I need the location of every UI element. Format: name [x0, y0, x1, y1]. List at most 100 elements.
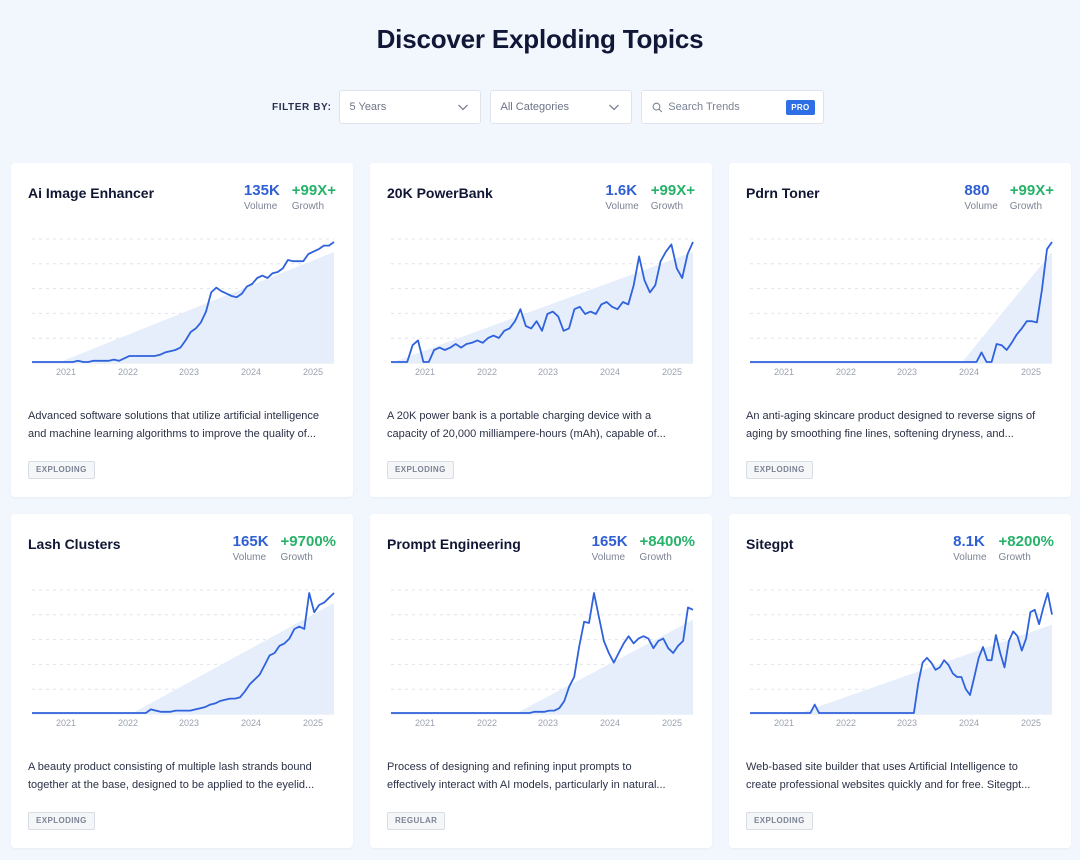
x-tick-label: 2023 — [179, 718, 199, 728]
trend-area — [391, 252, 693, 363]
description-line: together at the base, designed to be app… — [28, 779, 315, 791]
growth-value: +99X+ — [650, 182, 695, 199]
growth-stat: +99X+ Growth — [1010, 181, 1054, 213]
topic-title[interactable]: 20K PowerBank — [387, 185, 493, 201]
topic-title[interactable]: Pdrn Toner — [746, 185, 820, 201]
status-badge: EXPLODING — [746, 812, 813, 830]
description-line: create professional websites quickly and… — [746, 779, 1031, 791]
x-tick-label: 2021 — [415, 718, 435, 728]
growth-value: +9700% — [280, 533, 336, 550]
description-line: A beauty product consisting of multiple … — [28, 761, 312, 773]
volume-label: Volume — [232, 552, 267, 563]
growth-value: +99X+ — [291, 182, 336, 199]
trend-area — [131, 603, 334, 714]
pro-badge: PRO — [786, 99, 815, 115]
topic-description: Advanced software solutions that utilize… — [28, 407, 340, 443]
description-line: aging by smoothing fine lines, softening… — [746, 428, 1014, 440]
volume-stat: 1.6K Volume — [605, 181, 638, 213]
trend-area — [797, 624, 1052, 714]
trend-chart: 2021 2022 2023 2024 2025 — [32, 589, 335, 728]
topic-card[interactable]: 20K PowerBank 1.6K Volume +99X+ Growth 2… — [370, 163, 712, 497]
x-tick-label: 2022 — [836, 367, 856, 377]
volume-value: 1.6K — [605, 182, 638, 199]
x-tick-label: 2024 — [600, 367, 620, 377]
volume-stat: 8.1K Volume — [953, 532, 986, 564]
growth-label: Growth — [291, 201, 325, 212]
category-select[interactable]: All Categories — [489, 90, 632, 124]
volume-stat: 165K Volume — [233, 532, 269, 564]
x-tick-label: 2025 — [1021, 718, 1041, 728]
x-tick-label: 2023 — [538, 367, 558, 377]
search-box[interactable]: PRO — [640, 90, 824, 124]
growth-label: Growth — [639, 552, 672, 563]
topic-card[interactable]: Sitegpt 8.1K Volume +8200% Growth 2021 20… — [729, 514, 1071, 848]
volume-label: Volume — [591, 552, 626, 563]
chevron-down-icon — [457, 104, 468, 111]
description-line: Web-based site builder that uses Artific… — [746, 761, 1018, 773]
trend-chart: 2021 2022 2023 2024 2025 — [750, 238, 1053, 377]
volume-stat: 165K Volume — [592, 532, 628, 564]
x-tick-label: 2024 — [959, 718, 979, 728]
status-badge: EXPLODING — [28, 461, 95, 479]
status-badge: REGULAR — [387, 812, 446, 830]
x-tick-label: 2025 — [1021, 367, 1041, 377]
topic-card[interactable]: Prompt Engineering 165K Volume +8400% Gr… — [370, 514, 712, 848]
topic-card[interactable]: Ai Image Enhancer 135K Volume +99X+ Grow… — [11, 163, 353, 497]
x-tick-label: 2023 — [897, 718, 917, 728]
growth-stat: +99X+ Growth — [651, 181, 695, 213]
volume-label: Volume — [243, 201, 278, 212]
volume-value: 165K — [232, 533, 269, 550]
topic-title[interactable]: Prompt Engineering — [387, 536, 521, 552]
trend-chart: 2021 2022 2023 2024 2025 — [391, 589, 694, 728]
x-tick-label: 2025 — [662, 718, 682, 728]
x-tick-label: 2022 — [477, 367, 497, 377]
description-line: and machine learning algorithms to impro… — [28, 428, 316, 440]
x-tick-label: 2022 — [836, 718, 856, 728]
chevron-down-icon — [608, 104, 619, 111]
description-line: A 20K power bank is a portable charging … — [387, 410, 652, 422]
topic-title[interactable]: Lash Clusters — [28, 536, 121, 552]
volume-stat: 135K Volume — [244, 181, 280, 213]
timeframe-value: 5 Years — [349, 101, 387, 113]
topic-description: An anti-aging skincare product designed … — [746, 407, 1058, 443]
x-tick-label: 2024 — [600, 718, 620, 728]
x-tick-label: 2021 — [56, 367, 76, 377]
x-tick-label: 2024 — [959, 367, 979, 377]
trend-area — [514, 619, 693, 714]
page-title: Discover Exploding Topics — [376, 24, 704, 54]
growth-stat: +9700% Growth — [281, 532, 336, 564]
x-tick-label: 2024 — [241, 718, 261, 728]
x-tick-label: 2023 — [179, 367, 199, 377]
growth-stat: +99X+ Growth — [292, 181, 336, 213]
description-line: capacity of 20,000 milliampere-hours (mA… — [387, 428, 666, 440]
growth-label: Growth — [650, 201, 684, 212]
status-badge: EXPLODING — [746, 461, 813, 479]
category-value: All Categories — [500, 101, 569, 113]
x-tick-label: 2025 — [662, 367, 682, 377]
topic-title[interactable]: Sitegpt — [746, 536, 793, 552]
x-tick-label: 2022 — [477, 718, 497, 728]
filter-label: FILTER BY: — [272, 101, 332, 113]
volume-label: Volume — [964, 201, 998, 212]
growth-stat: +8200% Growth — [999, 532, 1054, 564]
x-tick-label: 2022 — [118, 367, 138, 377]
growth-stat: +8400% Growth — [640, 532, 695, 564]
topic-description: A 20K power bank is a portable charging … — [387, 407, 699, 443]
topic-card[interactable]: Pdrn Toner 880 Volume +99X+ Growth 2021 2… — [729, 163, 1071, 497]
topic-description: A beauty product consisting of multiple … — [28, 758, 340, 794]
volume-value: 135K — [243, 182, 280, 199]
volume-label: Volume — [953, 552, 987, 563]
topic-title[interactable]: Ai Image Enhancer — [28, 185, 154, 201]
growth-value: +8400% — [639, 533, 695, 550]
search-input[interactable] — [668, 101, 781, 113]
topic-card[interactable]: Lash Clusters 165K Volume +9700% Growth … — [11, 514, 353, 848]
topic-description: Process of designing and refining input … — [387, 758, 699, 794]
x-tick-label: 2021 — [415, 367, 435, 377]
x-tick-label: 2023 — [897, 367, 917, 377]
timeframe-select[interactable]: 5 Years — [338, 90, 481, 124]
description-line: Process of designing and refining input … — [387, 761, 632, 773]
status-badge: EXPLODING — [387, 461, 454, 479]
trend-chart: 2021 2022 2023 2024 2025 — [32, 238, 335, 377]
filter-bar: FILTER BY: 5 Years All Categories PRO — [272, 90, 824, 124]
x-tick-label: 2025 — [303, 367, 323, 377]
